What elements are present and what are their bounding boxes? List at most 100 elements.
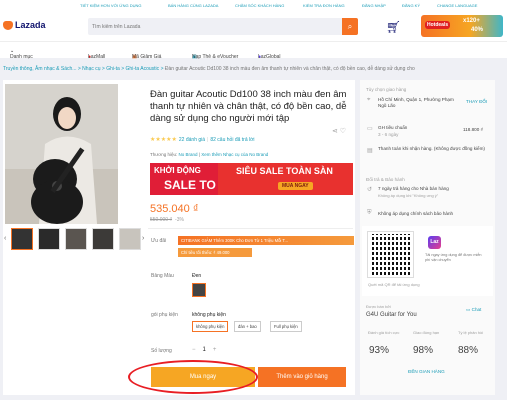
sell-link[interactable]: BÁN HÀNG CÙNG LAZADA [168, 3, 218, 8]
seller-name[interactable]: G4U Guitar for You [366, 312, 417, 318]
shipping-price: 118.800 ₫ [463, 127, 483, 132]
qty-value[interactable]: 1 [203, 347, 206, 353]
warranty-info: Không áp dụng chính sách bảo hành [378, 211, 454, 216]
promo-label: Ưu đãi [151, 238, 167, 244]
breadcrumb-item[interactable]: Nhạc cụ [82, 66, 100, 72]
breadcrumb: Truyền thông, Âm nhạc & Sách... > Nhạc c… [3, 66, 415, 72]
seller-label: Được bán bởi [366, 304, 391, 309]
login-link[interactable]: ĐĂNG NHẬP [362, 3, 386, 8]
thumbnail[interactable] [92, 228, 114, 250]
breadcrumb-item[interactable]: Truyền thông, Âm nhạc & Sách... [3, 66, 76, 72]
order-check-link[interactable]: KIỂM TRA ĐƠN HÀNG [303, 3, 345, 8]
cash-icon: ▤ [367, 148, 373, 154]
option-with-bag[interactable]: đàn + bao [234, 321, 261, 332]
guitar-photo [5, 84, 118, 224]
price: 535.040 ₫ [150, 203, 199, 215]
option-no-accessory[interactable]: không phụ kiện [192, 321, 229, 332]
thumbnail[interactable] [65, 228, 87, 250]
search-button[interactable]: ⌕ [342, 18, 358, 35]
return-icon: ↺ [367, 187, 373, 193]
returns-heading: Đổi trả & Bảo hành [366, 177, 405, 182]
product-main-image[interactable] [5, 84, 118, 224]
sale-cta: MUA NGAY [278, 182, 313, 190]
brand-row: Thương hiệu: No Brand | Xem thêm Nhạc cụ… [150, 152, 269, 157]
signup-link[interactable]: ĐĂNG KÝ [402, 3, 420, 8]
promo-banner[interactable]: Hotdeals x120+ 40% [421, 15, 503, 37]
language-link[interactable]: CHANGE LANGUAGE [437, 3, 477, 8]
stat-response: 88% [458, 345, 479, 356]
stat-ontime: 98% [413, 345, 434, 356]
sale-banner-right: SIÊU SALE TOÀN SÀN MUA NGAY [218, 163, 353, 195]
app-icon: Laz [428, 236, 441, 249]
breadcrumb-item[interactable]: Ghi-ta Acoustic [126, 66, 160, 72]
chevron-right-icon[interactable]: › [142, 235, 144, 242]
product-title: Đàn guitar Acoutic Dd100 38 inch màu đen… [150, 89, 347, 124]
stat-label-ontime: Giao đúng hạn [413, 330, 440, 335]
sale-banner-left: KHỞI ĐỘNG SALE TO [150, 163, 218, 195]
search-bar: ⌕ [88, 18, 358, 35]
heart-logo-icon [3, 20, 13, 30]
brand-more-link[interactable]: Xem thêm Nhạc cụ của No Brand [201, 152, 268, 157]
old-price: 550.000 ₫ -3% [150, 217, 184, 223]
qr-pattern [368, 232, 413, 277]
visit-store-link[interactable]: ĐẾN GIAN HÀNG [408, 369, 445, 374]
thumbnail[interactable] [119, 228, 141, 250]
chat-button[interactable]: ▭ Chat [466, 307, 481, 313]
qty-plus-button[interactable]: + [213, 347, 217, 353]
quantity-stepper: − 1 + [192, 347, 216, 353]
truck-icon: ▭ [367, 126, 373, 132]
divider [148, 228, 353, 229]
location-pin-icon: ⌖ [367, 97, 371, 103]
stat-label-positive: Đánh giá tích cực [368, 330, 400, 335]
breadcrumb-item[interactable]: Ghi-ta [106, 66, 120, 72]
lazada-logo[interactable]: Lazada [3, 20, 46, 30]
delivery-address: Hồ Chí Minh, Quận 1, Phường Phạm Ngũ Lão [378, 97, 454, 108]
discount-badge: -3% [175, 217, 184, 223]
qty-minus-button[interactable]: − [192, 347, 196, 353]
voucher-card[interactable]: CITIBANK GIẢM Thêm 300K Cho Đơn Từ 1 Tri… [178, 236, 354, 245]
nav-bar: Danh mục ⌄ ● LazMall ▣ Mã Giảm Giá ▣ Nạp… [0, 41, 507, 60]
hotdeals-badge: Hotdeals [425, 21, 451, 29]
delivery-heading: Tùy chọn giao hàng [366, 87, 407, 92]
app-link[interactable]: TIẾT KIỆM HƠN VỚI ỨNG DỤNG [80, 3, 142, 8]
answers-link[interactable]: 82 câu hỏi đã trả lời [210, 137, 254, 143]
category-menu[interactable]: Danh mục ⌄ [10, 48, 33, 60]
qty-label: Số lượng [151, 348, 172, 354]
rating-stars: ★★★★★ [150, 137, 177, 143]
option-full-accessory[interactable]: Full phụ kiện [270, 321, 302, 332]
stat-label-response: Tỷ lệ phản hồi [458, 330, 484, 335]
search-icon: ⌕ [347, 22, 353, 31]
sale-banner[interactable]: KHỞI ĐỘNG SALE TO SIÊU SALE TOÀN SÀN MUA… [150, 163, 353, 195]
app-promo-text: Tải ngay ứng dụng để được miễn phí vận c… [425, 253, 482, 262]
cart-icon[interactable]: 🛒︎ [386, 20, 401, 34]
stat-positive: 93% [369, 345, 390, 356]
returns-policy: 7 ngày trả hàng cho Nhà bán hàng [378, 186, 449, 191]
thumbnail[interactable] [11, 228, 33, 250]
standard-shipping: GH tiêu chuẩn [378, 125, 408, 130]
ratings-link[interactable]: 22 đánh giá [179, 137, 205, 143]
cod-info: Thanh toán khi nhận hàng. (Không được đồ… [378, 146, 485, 151]
top-bar: TIẾT KIỆM HƠN VỚI ỨNG DỤNG BÁN HÀNG CÙNG… [0, 0, 507, 11]
brand-link[interactable]: No Brand [179, 152, 198, 157]
color-swatch[interactable] [192, 283, 206, 297]
standard-shipping-days: 3 - 6 ngày [378, 132, 399, 137]
scan-qr-text: Quét mã QR để tải ứng dụng [368, 282, 420, 287]
search-input[interactable] [92, 21, 332, 32]
color-value: Đen [192, 273, 202, 279]
thumbnail-strip: ‹ › [4, 228, 145, 254]
breadcrumb-current: Đàn guitar Acoutic Dd100 38 inch màu đen… [164, 66, 415, 72]
thumbnail[interactable] [38, 228, 60, 250]
option-value: không phụ kiện [192, 312, 226, 318]
rating-summary: ★★★★★ 22 đánh giá | 82 câu hỏi đã trả lờ… [150, 136, 255, 144]
returns-note: Không áp dụng khi "Không ưng ý" [378, 193, 439, 198]
red-highlight-circle [128, 360, 258, 394]
chevron-left-icon[interactable]: ‹ [4, 235, 6, 242]
customer-care-link[interactable]: CHĂM SÓC KHÁCH HÀNG [235, 3, 284, 8]
color-label: Bảng Màu [151, 273, 174, 279]
add-to-cart-button[interactable]: Thêm vào giỏ hàng [258, 367, 346, 387]
voucher-min-spend[interactable]: Chỉ tiêu tối thiểu: ₫ 49.000 [178, 248, 252, 257]
option-label: gói phụ kiện [151, 312, 178, 318]
share-icon[interactable]: ⋖ ♡ [332, 127, 346, 135]
shield-icon: ⛨ [367, 210, 372, 216]
change-address-link[interactable]: THAY ĐỔI [466, 99, 487, 104]
